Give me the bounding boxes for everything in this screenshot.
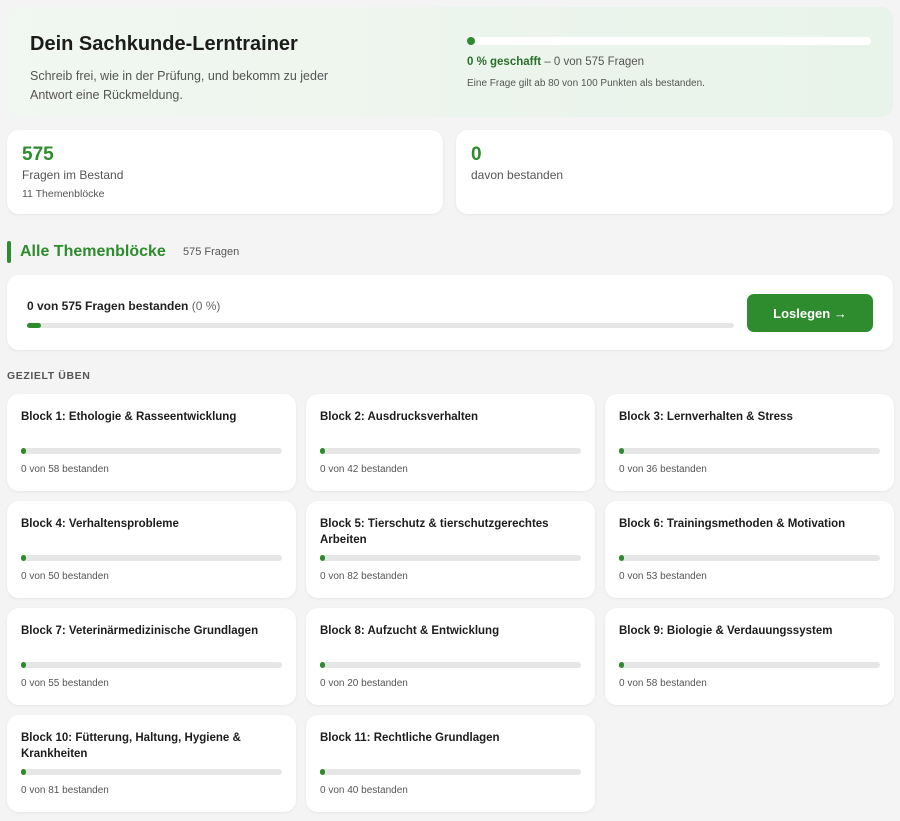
hero-banner: Dein Sachkunde-Lerntrainer Schreib frei,… <box>7 7 893 117</box>
block-passed-count: 0 von 40 bestanden <box>320 785 408 796</box>
block-title: Block 4: Verhaltensprobleme <box>21 518 179 530</box>
block-title: Block 10: Fütterung, Haltung, Hygiene & … <box>21 732 241 760</box>
block-progress-fill <box>619 662 624 668</box>
block-progress-fill <box>320 662 325 668</box>
block-passed-count: 0 von 20 bestanden <box>320 678 408 689</box>
block-progress-fill <box>619 555 624 561</box>
block-progress-bar <box>619 555 880 561</box>
start-button[interactable]: Loslegen → <box>747 294 873 332</box>
block-title: Block 11: Rechtliche Grundlagen <box>320 732 500 744</box>
section-title: Alle Themenblöcke <box>20 243 166 260</box>
block-card[interactable]: Block 11: Rechtliche Grundlagen 0 von 40 … <box>306 715 595 812</box>
block-progress-fill <box>21 769 26 775</box>
all-blocks-progress-strong: 0 von 575 Fragen bestanden <box>27 299 189 313</box>
all-blocks-progress-fill <box>27 323 41 328</box>
block-card[interactable]: Block 2: Ausdrucksverhalten 0 von 42 best… <box>306 394 595 491</box>
all-blocks-progress-bar <box>27 323 734 328</box>
block-title: Block 1: Ethologie & Rasseentwicklung <box>21 411 237 423</box>
block-progress-bar <box>21 555 282 561</box>
practice-section-label: GEZIELT ÜBEN <box>7 370 91 382</box>
stat-label: davon bestanden <box>471 168 564 182</box>
section-accent-bar <box>7 241 11 263</box>
block-progress-bar <box>320 448 581 454</box>
hero-subtitle: Schreib frei, wie in der Prüfung, und be… <box>30 69 329 102</box>
page-title: Dein Sachkunde-Lerntrainer <box>30 33 298 55</box>
block-progress-fill <box>320 769 325 775</box>
block-progress-fill <box>619 448 624 454</box>
block-progress-bar <box>320 555 581 561</box>
stat-subtext: 11 Themenblöcke <box>22 188 105 200</box>
stat-card-questions: 575 Fragen im Bestand 11 Themenblöcke <box>7 130 443 214</box>
block-passed-count: 0 von 81 bestanden <box>21 785 109 796</box>
block-passed-count: 0 von 36 bestanden <box>619 464 707 475</box>
block-passed-count: 0 von 58 bestanden <box>619 678 707 689</box>
block-progress-bar <box>21 662 282 668</box>
block-card[interactable]: Block 1: Ethologie & Rasseentwicklung 0 v… <box>7 394 296 491</box>
block-card[interactable]: Block 6: Trainingsmethoden & Motivation 0… <box>605 501 894 598</box>
block-card[interactable]: Block 3: Lernverhalten & Stress 0 von 36 … <box>605 394 894 491</box>
all-blocks-card: 0 von 575 Fragen bestanden (0 %) Loslege… <box>7 275 893 350</box>
page: Dein Sachkunde-Lerntrainer Schreib frei,… <box>0 0 900 821</box>
stat-value: 575 <box>22 144 54 165</box>
block-progress-bar <box>21 769 282 775</box>
section-question-count: 575 Fragen <box>183 246 240 258</box>
block-title: Block 9: Biologie & Verdauungssystem <box>619 625 833 637</box>
block-progress-bar <box>619 662 880 668</box>
block-passed-count: 0 von 82 bestanden <box>320 571 408 582</box>
hero-progress-strong: 0 % geschafft <box>467 56 542 68</box>
block-passed-count: 0 von 53 bestanden <box>619 571 707 582</box>
block-title: Block 3: Lernverhalten & Stress <box>619 411 793 423</box>
block-progress-fill <box>21 448 26 454</box>
block-title: Block 5: Tierschutz & tierschutzgerechte… <box>320 518 549 546</box>
stat-card-passed: 0 davon bestanden <box>456 130 893 214</box>
block-progress-fill <box>21 555 26 561</box>
pass-threshold-note: Eine Frage gilt ab 80 von 100 Punkten al… <box>467 78 705 89</box>
block-passed-count: 0 von 55 bestanden <box>21 678 109 689</box>
overall-progress-fill <box>467 37 475 45</box>
block-passed-count: 0 von 42 bestanden <box>320 464 408 475</box>
block-card[interactable]: Block 5: Tierschutz & tierschutzgerechte… <box>306 501 595 598</box>
block-passed-count: 0 von 58 bestanden <box>21 464 109 475</box>
block-card[interactable]: Block 10: Fütterung, Haltung, Hygiene & … <box>7 715 296 812</box>
block-title: Block 2: Ausdrucksverhalten <box>320 411 479 423</box>
overall-progress-bar <box>467 37 871 45</box>
block-title: Block 6: Trainingsmethoden & Motivation <box>619 518 846 530</box>
hero-progress-text: 0 % geschafft – 0 von 575 Fragen <box>467 56 644 68</box>
block-title: Block 7: Veterinärmedizinische Grundlage… <box>21 625 259 637</box>
all-blocks-progress-text: 0 von 575 Fragen bestanden (0 %) <box>27 299 220 313</box>
block-grid: Block 1: Ethologie & Rasseentwicklung 0 v… <box>7 394 894 812</box>
block-card[interactable]: Block 4: Verhaltensprobleme 0 von 50 best… <box>7 501 296 598</box>
block-title: Block 8: Aufzucht & Entwicklung <box>320 625 500 637</box>
block-card[interactable]: Block 7: Veterinärmedizinische Grundlage… <box>7 608 296 705</box>
stat-label: Fragen im Bestand <box>22 168 124 182</box>
block-card[interactable]: Block 8: Aufzucht & Entwicklung 0 von 20 … <box>306 608 595 705</box>
block-progress-fill <box>21 662 26 668</box>
block-progress-bar <box>21 448 282 454</box>
stat-value: 0 <box>471 144 482 165</box>
block-progress-fill <box>320 448 325 454</box>
block-progress-fill <box>320 555 325 561</box>
block-progress-bar <box>320 662 581 668</box>
block-progress-bar <box>320 769 581 775</box>
hero-progress-rest: – 0 von 575 Fragen <box>541 56 645 68</box>
block-card[interactable]: Block 9: Biologie & Verdauungssystem 0 vo… <box>605 608 894 705</box>
block-passed-count: 0 von 50 bestanden <box>21 571 109 582</box>
all-blocks-progress-percent: (0 %) <box>188 299 221 313</box>
block-progress-bar <box>619 448 880 454</box>
